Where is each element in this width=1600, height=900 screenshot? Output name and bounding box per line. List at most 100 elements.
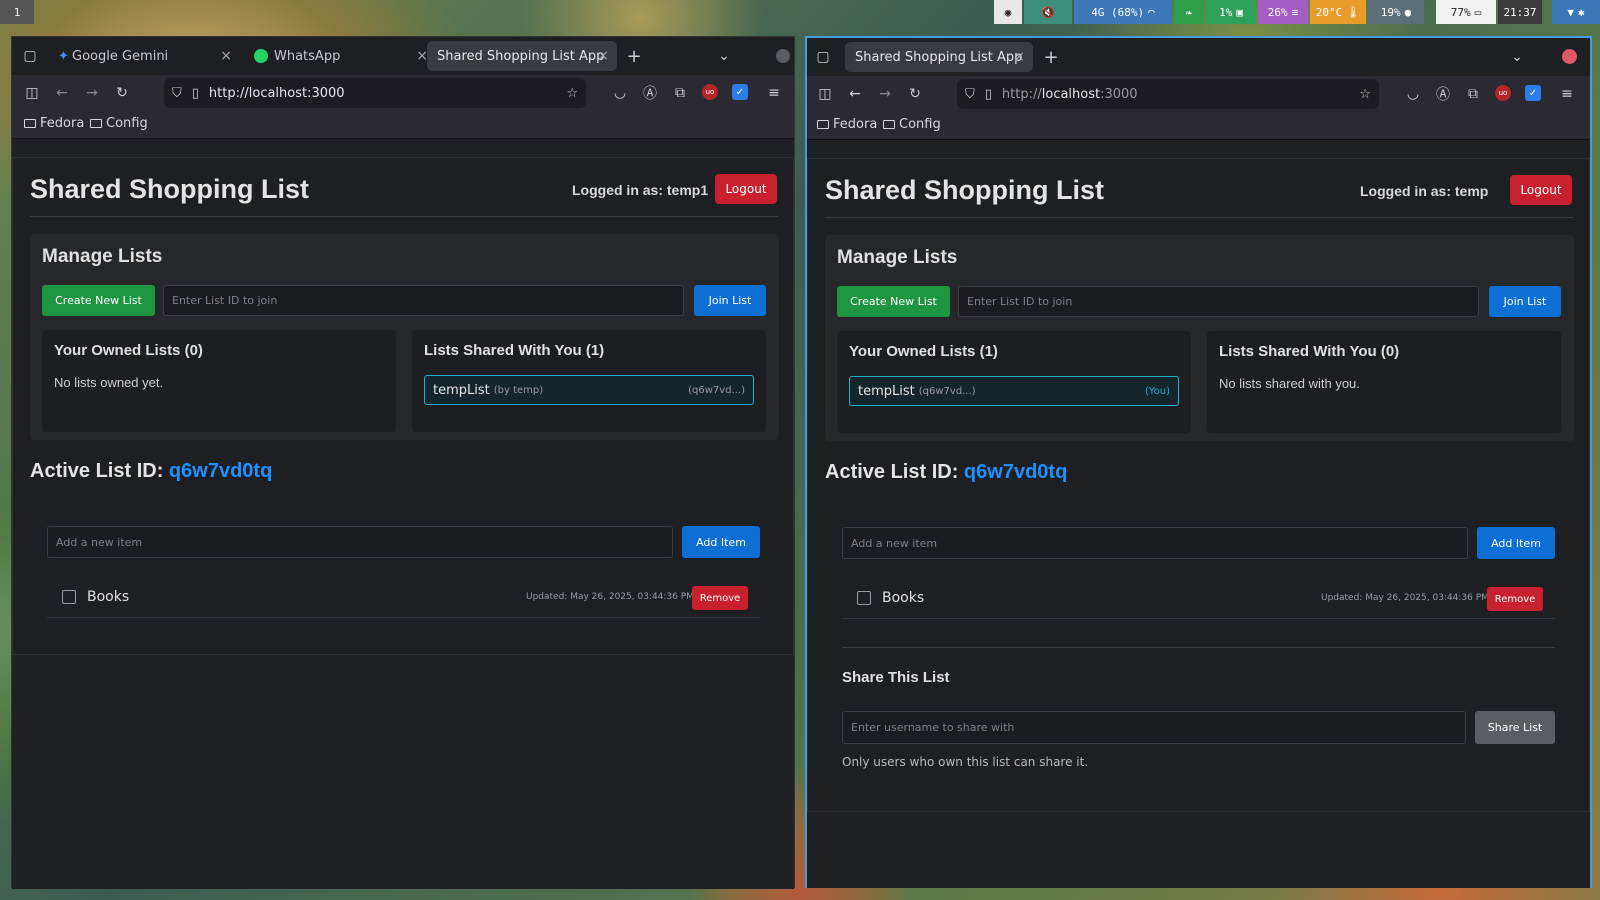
bluetooth-icon: ✱ xyxy=(1578,5,1585,19)
page-title: Shared Shopping List xyxy=(30,174,310,204)
bookmark-config[interactable]: Config xyxy=(883,117,941,132)
workspace-1[interactable]: 1 xyxy=(0,0,34,24)
cpu-icon: ▣ xyxy=(1236,5,1243,19)
tab-overview-icon[interactable]: ▢ xyxy=(813,47,833,67)
app-container: Shared Shopping List Logged in as: temp … xyxy=(807,158,1590,812)
active-list-heading: Active List ID: q6w7vd0tq xyxy=(30,460,272,483)
menu-icon[interactable]: ≡ xyxy=(1557,84,1577,104)
manage-lists-title: Manage Lists xyxy=(42,246,163,267)
battery-icon: ▭ xyxy=(1474,5,1482,19)
forward-icon[interactable]: → xyxy=(82,83,102,103)
new-tab-icon[interactable]: + xyxy=(624,46,644,67)
owned-list-item[interactable]: tempList (q6w7vd...) (You) xyxy=(849,376,1179,406)
pocket-icon[interactable]: ◡ xyxy=(1403,84,1423,104)
url-prefix: http:// xyxy=(1001,86,1042,102)
back-icon[interactable]: ← xyxy=(845,84,865,104)
add-item-button[interactable]: Add Item xyxy=(1477,527,1555,559)
tab-shopping-list[interactable]: Shared Shopping List App × xyxy=(427,41,617,71)
window-close-icon[interactable] xyxy=(776,49,790,63)
share-username-input[interactable]: Enter username to share with xyxy=(842,711,1466,744)
active-list-label: Active List ID: xyxy=(825,461,959,483)
temperature-status: 20°C 🌡 xyxy=(1310,0,1366,24)
create-list-button[interactable]: Create New List xyxy=(42,285,155,316)
shared-lists-panel: Lists Shared With You (1) tempList (by t… xyxy=(412,330,766,432)
list-name: tempList xyxy=(433,382,490,398)
forward-icon[interactable]: → xyxy=(875,84,895,104)
shared-list-item[interactable]: tempList (by temp) (q6w7vd...) xyxy=(424,375,754,405)
memory-label: 26% xyxy=(1267,5,1288,19)
logout-button[interactable]: Logout xyxy=(1510,175,1572,205)
manage-lists-title: Manage Lists xyxy=(837,247,958,268)
add-item-input[interactable]: Add a new item xyxy=(842,527,1468,559)
tab-label: WhatsApp xyxy=(274,48,341,64)
clock: 21:37 xyxy=(1498,0,1542,24)
add-item-button[interactable]: Add Item xyxy=(682,526,760,558)
sidebar-icon[interactable]: ◫ xyxy=(815,84,835,104)
shared-lists-empty: No lists shared with you. xyxy=(1219,376,1360,391)
status-bar: 1 2 ◉ 🔇 4G (68%) ◠ ❧ 1% ▣ 26% ≡ 20°C 🌡 1… xyxy=(0,0,1600,326)
bookmark-fedora[interactable]: Fedora xyxy=(24,116,84,131)
url-bar[interactable]: ⛉ ▯ http://localhost:3000 ☆ xyxy=(957,79,1379,109)
ublock-icon[interactable]: uo xyxy=(702,84,718,100)
tab-overview-icon[interactable]: ▢ xyxy=(20,46,40,66)
account-icon[interactable]: Ⓐ xyxy=(640,83,660,103)
bookmarks-bar: Fedora Config xyxy=(807,112,1590,140)
close-icon[interactable]: × xyxy=(597,48,609,64)
folder-icon xyxy=(817,120,829,129)
window-close-icon[interactable] xyxy=(1562,49,1577,64)
cpu-status: 1% ▣ xyxy=(1206,0,1256,24)
thermometer-icon: 🌡 xyxy=(1346,5,1361,19)
item-checkbox[interactable] xyxy=(857,591,871,605)
logout-button[interactable]: Logout xyxy=(715,174,777,204)
bookmark-config[interactable]: Config xyxy=(90,116,148,131)
bookmark-star-icon[interactable]: ☆ xyxy=(1359,87,1371,102)
join-list-button[interactable]: Join List xyxy=(1489,286,1561,317)
chevron-down-icon[interactable]: ⌄ xyxy=(714,46,734,66)
reload-icon[interactable]: ↻ xyxy=(112,83,132,103)
tab-shopping-list[interactable]: Shared Shopping List App × xyxy=(845,42,1033,72)
nav-bar: ◫ ← → ↻ ⛉ ▯ http://localhost:3000 ☆ ◡ Ⓐ … xyxy=(807,76,1590,112)
temperature-label: 20°C xyxy=(1315,5,1343,19)
page-content: Shared Shopping List Logged in as: temp … xyxy=(807,140,1590,888)
remove-button[interactable]: Remove xyxy=(1487,587,1543,611)
vpn-icon: ▼ xyxy=(1567,5,1574,19)
back-icon[interactable]: ← xyxy=(52,83,72,103)
list-owner: (by temp) xyxy=(493,384,544,396)
page-title: Shared Shopping List xyxy=(825,175,1105,205)
close-icon[interactable]: × xyxy=(1013,49,1025,65)
new-tab-icon[interactable]: + xyxy=(1041,47,1061,68)
sidebar-icon[interactable]: ◫ xyxy=(22,83,42,103)
bitwarden-icon[interactable]: ✓ xyxy=(732,84,748,100)
close-icon[interactable]: × xyxy=(220,48,232,64)
shared-lists-panel: Lists Shared With You (0) No lists share… xyxy=(1207,331,1561,433)
manage-lists-panel: Manage Lists Create New List Enter List … xyxy=(30,234,779,440)
cpu-label: 1% xyxy=(1219,5,1233,19)
account-icon[interactable]: Ⓐ xyxy=(1433,84,1453,104)
tab-label: Shared Shopping List App xyxy=(855,49,1023,65)
list-item: Books Updated: May 26, 2025, 03:44:36 PM… xyxy=(47,578,760,618)
join-list-button[interactable]: Join List xyxy=(694,285,766,316)
tab-google-gemini[interactable]: ✦ Google Gemini × xyxy=(48,41,240,71)
url-bar[interactable]: ⛉ ▯ http://localhost:3000 ☆ xyxy=(164,78,586,108)
ublock-icon[interactable]: uo xyxy=(1495,85,1511,101)
bookmark-label: Config xyxy=(899,117,941,132)
tab-whatsapp[interactable]: WhatsApp × xyxy=(244,41,436,71)
bitwarden-icon[interactable]: ✓ xyxy=(1525,85,1541,101)
pocket-icon[interactable]: ◡ xyxy=(610,83,630,103)
item-checkbox[interactable] xyxy=(62,590,76,604)
chevron-down-icon[interactable]: ⌄ xyxy=(1507,47,1527,67)
extensions-icon[interactable]: ⧉ xyxy=(670,83,690,103)
share-list-button[interactable]: Share List xyxy=(1475,711,1555,744)
wifi-icon: ◠ xyxy=(1148,5,1155,19)
create-list-button[interactable]: Create New List xyxy=(837,286,950,317)
bookmark-star-icon[interactable]: ☆ xyxy=(566,86,578,101)
item-name: Books xyxy=(87,589,130,605)
reload-icon[interactable]: ↻ xyxy=(905,84,925,104)
menu-icon[interactable]: ≡ xyxy=(764,83,784,103)
join-list-input[interactable]: Enter List ID to join xyxy=(958,286,1479,317)
remove-button[interactable]: Remove xyxy=(692,586,748,610)
extensions-icon[interactable]: ⧉ xyxy=(1463,84,1483,104)
join-list-input[interactable]: Enter List ID to join xyxy=(163,285,684,316)
add-item-input[interactable]: Add a new item xyxy=(47,526,673,558)
bookmark-fedora[interactable]: Fedora xyxy=(817,117,877,132)
